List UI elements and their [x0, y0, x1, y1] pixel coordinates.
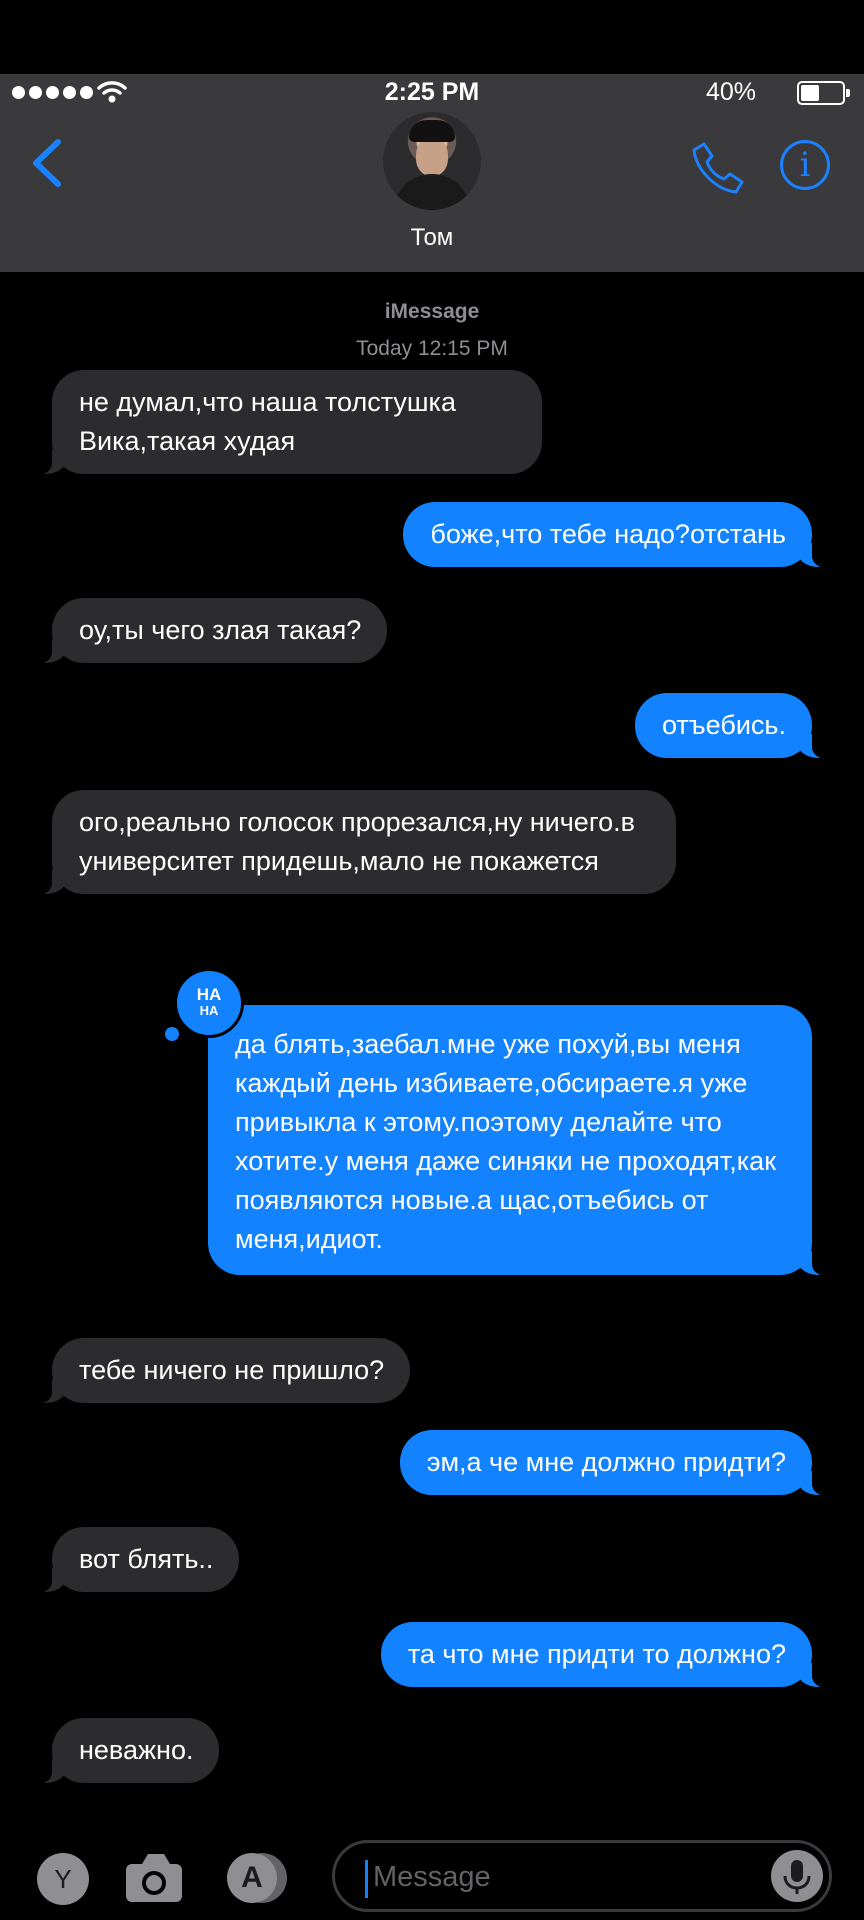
message-bubble-incoming[interactable]: оу,ты чего злая такая? [27, 598, 388, 664]
text-caret [365, 1860, 368, 1898]
message-bubble-outgoing[interactable]: та что мне придти то должно? [380, 1622, 837, 1688]
thread-timestamp: Today 12:15 PM [356, 337, 508, 360]
message-placeholder: Message [373, 1861, 491, 1893]
contact-name[interactable]: Том [0, 224, 864, 252]
message-bubble-incoming[interactable]: неважно. [27, 1718, 220, 1784]
phone-icon[interactable] [690, 140, 746, 196]
app-store-icon[interactable]: A [227, 1851, 293, 1905]
camera-icon[interactable] [124, 1852, 184, 1904]
service-label: iMessage [384, 300, 480, 323]
battery-icon [797, 81, 850, 105]
message-bubble-outgoing[interactable]: отъебись. [635, 693, 836, 759]
message-bubble-incoming[interactable]: вот блять.. [27, 1527, 240, 1593]
message-input[interactable]: Message [332, 1840, 832, 1912]
contact-avatar[interactable] [383, 112, 481, 210]
message-bubble-outgoing[interactable]: боже,что тебе надо?отстань [403, 502, 836, 568]
message-bubble-incoming[interactable]: не думал,что наша толстушка Вика,такая х… [28, 370, 542, 475]
microphone-icon[interactable] [771, 1850, 823, 1902]
message-bubble-incoming[interactable]: ого,реально голосок прорезался,ну ничего… [28, 790, 676, 895]
app-drawer-button[interactable]: Y [37, 1853, 89, 1905]
tapback-tail [165, 1027, 179, 1041]
battery-percent: 40% [705, 78, 756, 106]
message-bubble-outgoing[interactable]: да блять,заебал.мне уже похуй,вы меня ка… [208, 1005, 836, 1276]
message-bubble-incoming[interactable]: тебе ничего не пришло? [27, 1338, 411, 1404]
haha-tapback-badge[interactable]: HA HA [174, 968, 244, 1038]
info-icon[interactable]: i [780, 140, 830, 190]
chevron-left-icon[interactable] [30, 138, 64, 188]
top-notch-area [0, 0, 864, 74]
message-bubble-outgoing[interactable]: эм,а че мне должно придти? [399, 1430, 837, 1496]
